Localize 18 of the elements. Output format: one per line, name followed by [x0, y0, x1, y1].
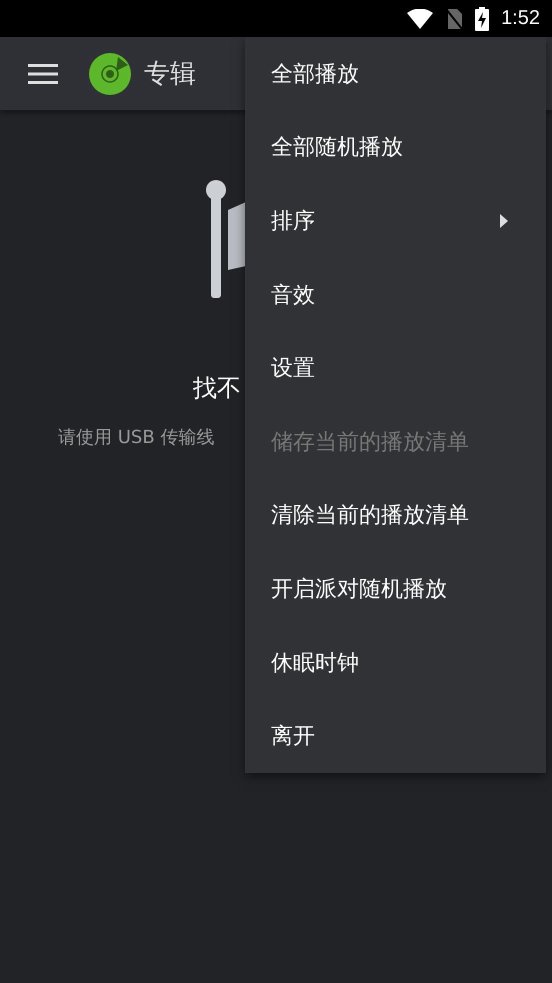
- status-time: 1:52: [501, 7, 540, 30]
- battery-charging-icon: [475, 6, 490, 30]
- menu-item[interactable]: 休眠时钟: [245, 626, 546, 700]
- empty-message: 请使用 USB 传输线: [58, 426, 214, 449]
- menu-item[interactable]: 清除当前的播放清单: [245, 478, 546, 552]
- empty-title: 找不: [193, 373, 241, 404]
- menu-icon[interactable]: [28, 62, 58, 84]
- menu-item[interactable]: 全部播放: [245, 37, 546, 111]
- wifi-icon: [407, 8, 434, 28]
- menu-item[interactable]: 排序: [245, 184, 546, 258]
- disc-icon: [88, 52, 132, 96]
- menu-item[interactable]: 离开: [245, 699, 546, 773]
- menu-item[interactable]: 音效: [245, 258, 546, 332]
- menu-item[interactable]: 全部随机播放: [245, 110, 546, 184]
- no-sim-icon: [445, 8, 464, 30]
- app-title: 专辑: [144, 58, 196, 91]
- menu-item[interactable]: 设置: [245, 331, 546, 405]
- menu-item[interactable]: 开启派对随机播放: [245, 552, 546, 626]
